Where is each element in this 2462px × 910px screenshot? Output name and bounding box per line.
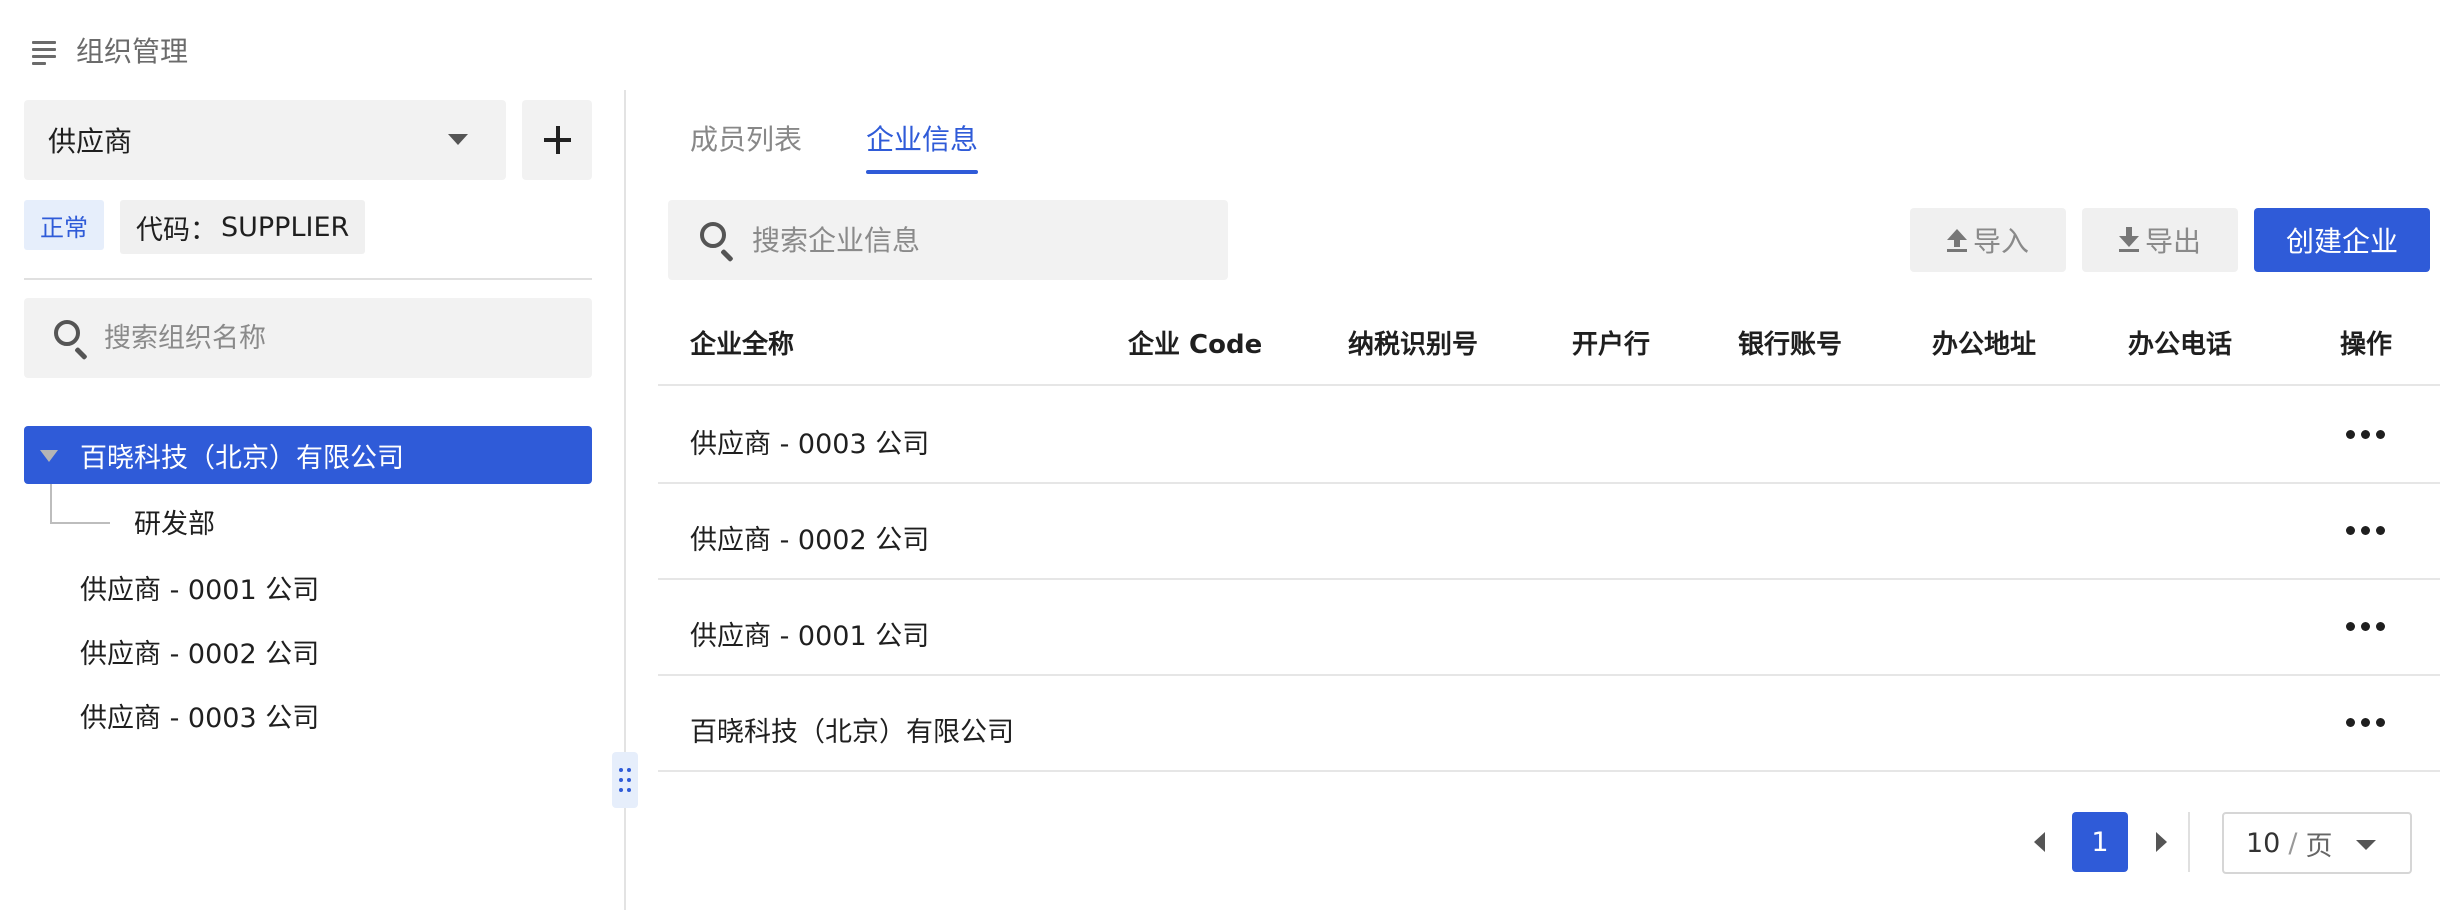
column-header: 操作 xyxy=(2340,330,2393,360)
code-badge: 代码： SUPPLIER xyxy=(120,200,366,254)
tree-node[interactable]: 供应商 - 0003 公司 xyxy=(80,696,319,735)
page-header: 组织管理 xyxy=(32,30,188,70)
page-size-value: 10 xyxy=(2246,827,2281,859)
tree-connector-line xyxy=(50,484,110,524)
column-header: 办公地址 xyxy=(1932,330,2037,360)
column-header: 纳税识别号 xyxy=(1348,330,1479,360)
tree-node[interactable]: 供应商 - 0002 公司 xyxy=(80,632,319,671)
code-badge-label: 代码： xyxy=(136,214,217,246)
table-header: 企业全称 企业 Code 纳税识别号 开户行 银行账号 办公地址 办公电话 操作 xyxy=(658,298,2440,386)
import-button[interactable]: 导入 xyxy=(1910,208,2066,272)
tree-node[interactable]: 供应商 - 0001 公司 xyxy=(80,568,319,607)
tree-node-root[interactable]: 百晓科技（北京）有限公司 xyxy=(24,426,592,484)
more-actions-icon[interactable] xyxy=(2346,430,2386,440)
download-icon xyxy=(2118,227,2139,253)
table-row[interactable]: 供应商 - 0001 公司 xyxy=(658,580,2440,676)
page-title: 组织管理 xyxy=(76,35,189,68)
enterprise-search-input[interactable] xyxy=(752,223,1212,257)
divider xyxy=(24,278,592,280)
menu-lines-icon xyxy=(32,38,60,65)
org-search-box[interactable] xyxy=(24,298,592,378)
org-type-select-value: 供应商 xyxy=(48,125,133,158)
create-enterprise-button[interactable]: 创建企业 xyxy=(2254,208,2430,272)
table-row[interactable]: 供应商 - 0003 公司 xyxy=(658,388,2440,484)
tab-enterprise-info[interactable]: 企业信息 xyxy=(866,118,978,158)
enterprise-search-box[interactable] xyxy=(668,200,1228,280)
column-header: 企业 Code xyxy=(1128,330,1263,360)
page-number-button[interactable]: 1 xyxy=(2072,812,2128,872)
next-page-icon[interactable] xyxy=(2156,832,2167,852)
column-header: 银行账号 xyxy=(1738,330,1843,360)
column-header: 办公电话 xyxy=(2128,330,2233,360)
tree-node-child[interactable]: 研发部 xyxy=(134,502,215,541)
cell-enterprise-name: 供应商 - 0002 公司 xyxy=(690,525,930,556)
export-button[interactable]: 导出 xyxy=(2082,208,2238,272)
tab-active-indicator xyxy=(866,170,978,174)
tree-node-label: 百晓科技（北京）有限公司 xyxy=(80,442,404,474)
org-search-input[interactable] xyxy=(104,322,564,354)
column-header: 开户行 xyxy=(1572,330,1651,360)
cell-enterprise-name: 百晓科技（北京）有限公司 xyxy=(690,717,1014,748)
export-button-label: 导出 xyxy=(2144,225,2201,258)
search-icon xyxy=(698,220,738,263)
chevron-down-icon xyxy=(448,134,468,145)
tab-members[interactable]: 成员列表 xyxy=(690,118,802,158)
page-size-separator: / xyxy=(2288,827,2298,859)
search-icon xyxy=(52,318,92,361)
page-size-select[interactable]: 10 / 页 xyxy=(2222,812,2412,874)
org-type-select[interactable]: 供应商 xyxy=(24,100,506,180)
prev-page-icon[interactable] xyxy=(2034,832,2045,852)
more-actions-icon[interactable] xyxy=(2346,718,2386,728)
status-badge: 正常 xyxy=(24,200,104,250)
more-actions-icon[interactable] xyxy=(2346,526,2386,536)
divider xyxy=(2188,812,2190,872)
drag-handle-icon[interactable] xyxy=(612,752,638,808)
chevron-down-icon xyxy=(2356,840,2376,850)
more-actions-icon[interactable] xyxy=(2346,622,2386,632)
page-size-unit: 页 xyxy=(2305,830,2333,862)
cell-enterprise-name: 供应商 - 0001 公司 xyxy=(690,621,930,652)
table-row[interactable]: 百晓科技（北京）有限公司 xyxy=(658,676,2440,772)
caret-down-icon[interactable] xyxy=(40,450,58,462)
import-button-label: 导入 xyxy=(1972,225,2029,258)
upload-icon xyxy=(1946,227,1967,253)
cell-enterprise-name: 供应商 - 0003 公司 xyxy=(690,429,930,460)
add-org-button[interactable] xyxy=(522,100,592,180)
column-header: 企业全称 xyxy=(690,330,795,360)
code-badge-value: SUPPLIER xyxy=(221,211,350,243)
table-row[interactable]: 供应商 - 0002 公司 xyxy=(658,484,2440,580)
